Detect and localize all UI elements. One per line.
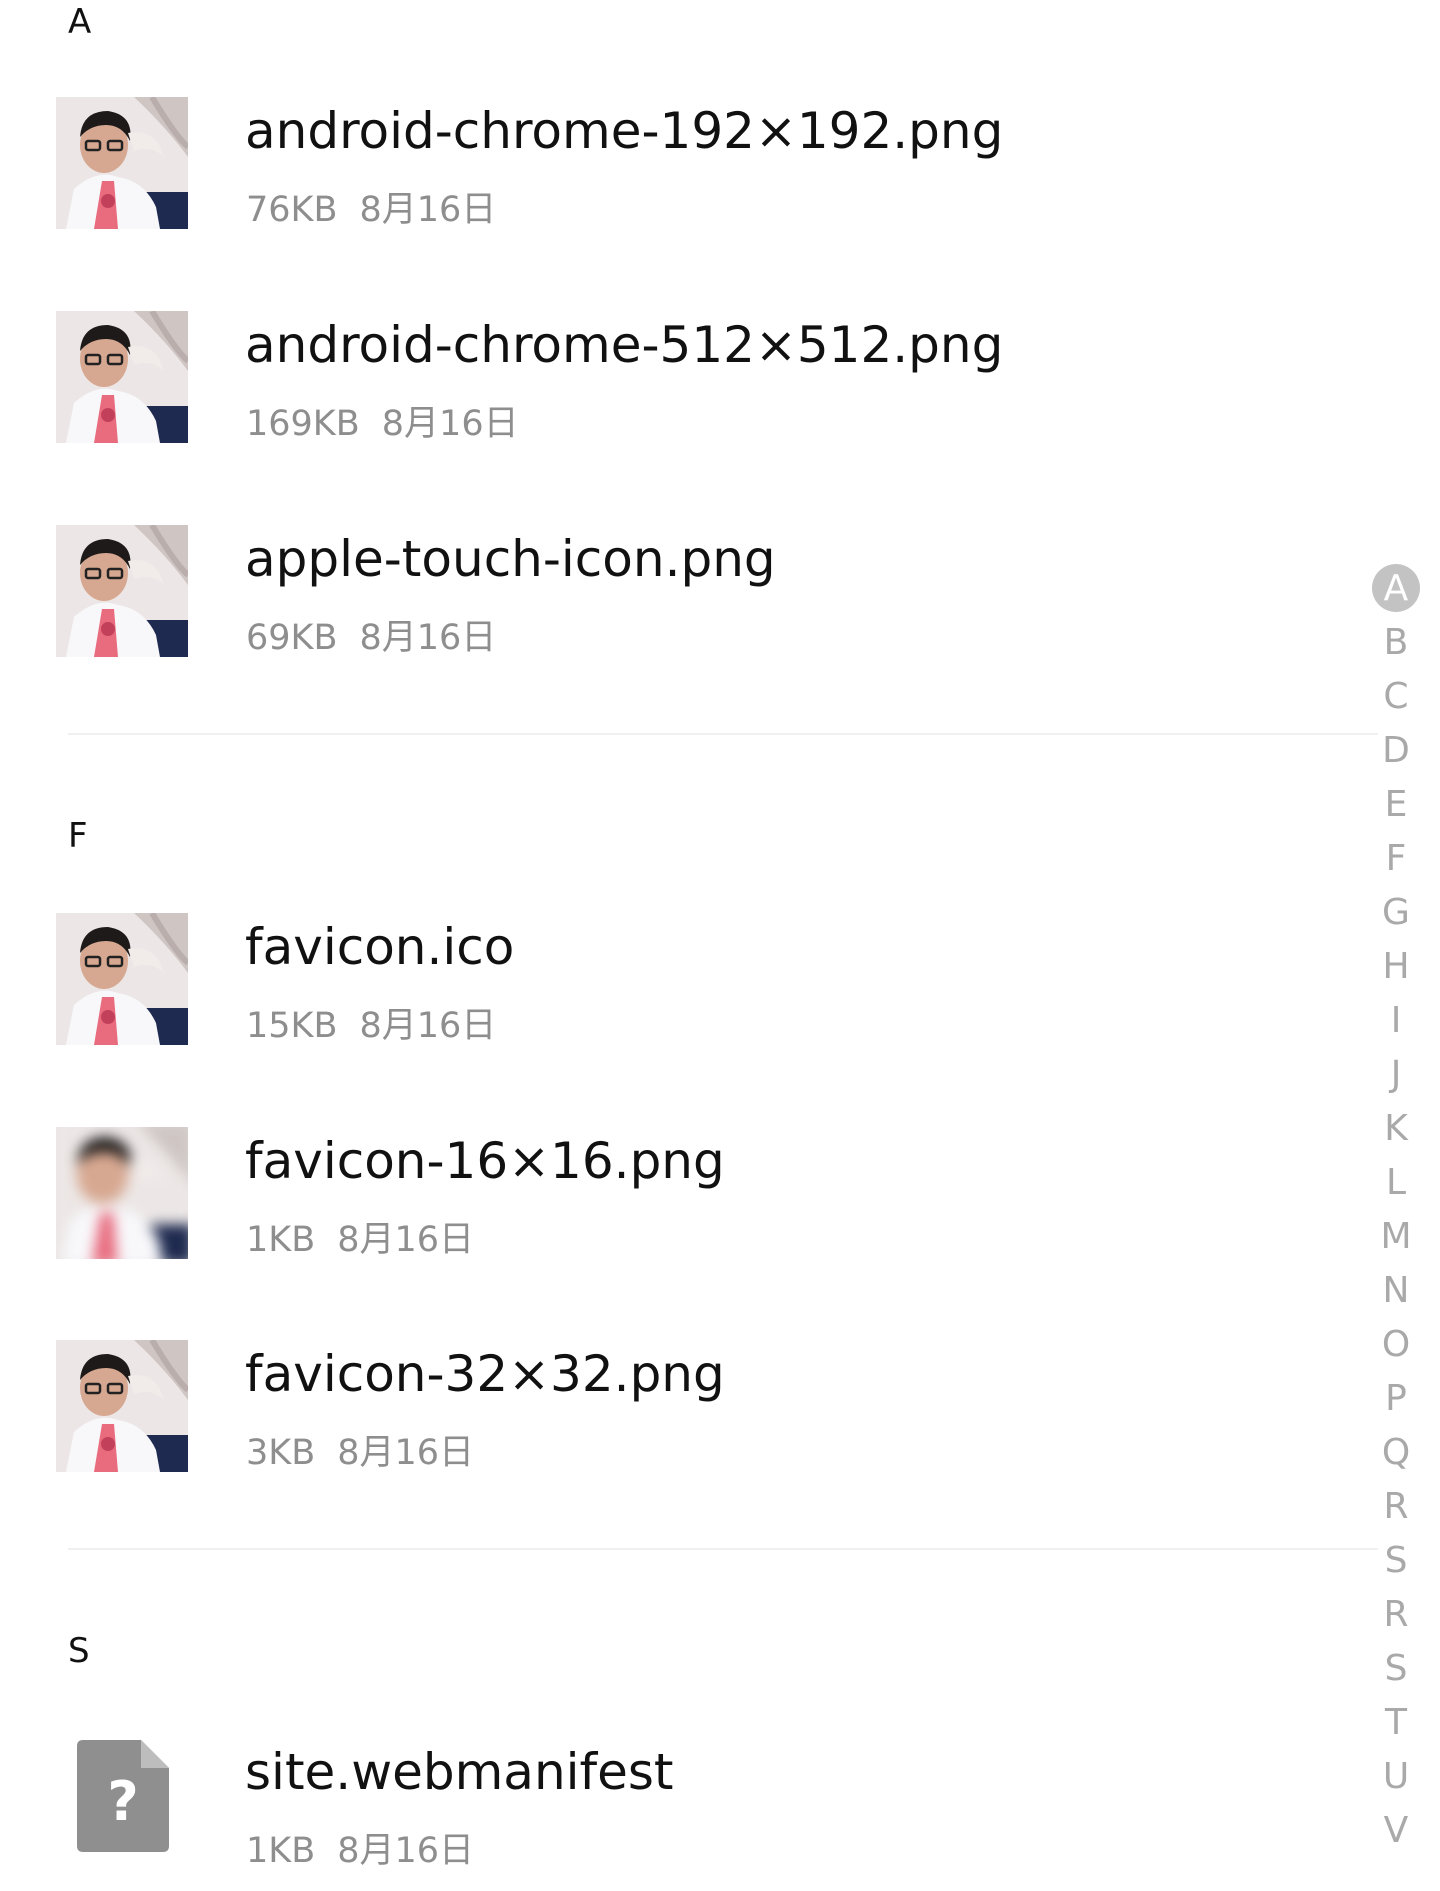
alphabet-index-bar[interactable]: A B C D E F G H I J K L M N O P Q R S R … bbox=[1370, 562, 1422, 1858]
file-row[interactable]: android-chrome-512×512.png 169KB 8月16日 bbox=[0, 311, 1380, 451]
file-size: 1KB bbox=[246, 1220, 316, 1260]
file-date: 8月16日 bbox=[381, 404, 519, 444]
image-thumbnail bbox=[56, 913, 188, 1045]
index-letter-j[interactable]: J bbox=[1370, 1048, 1422, 1102]
index-letter-u[interactable]: U bbox=[1370, 1750, 1422, 1804]
index-letter-d[interactable]: D bbox=[1370, 724, 1422, 778]
image-thumbnail bbox=[56, 97, 188, 229]
portrait-photo-icon bbox=[56, 1340, 188, 1472]
file-size: 1KB bbox=[246, 1831, 316, 1871]
index-letter-g[interactable]: G bbox=[1370, 886, 1422, 940]
file-name: favicon-16×16.png bbox=[245, 1132, 725, 1190]
file-meta: 169KB 8月16日 bbox=[246, 403, 519, 445]
file-row[interactable]: favicon-32×32.png 3KB 8月16日 bbox=[0, 1340, 1380, 1480]
section-header-s: S bbox=[68, 1631, 90, 1671]
index-letter-t[interactable]: T bbox=[1370, 1696, 1422, 1750]
file-row[interactable]: favicon.ico 15KB 8月16日 bbox=[0, 913, 1380, 1053]
file-date: 8月16日 bbox=[337, 1433, 475, 1473]
file-name: site.webmanifest bbox=[245, 1743, 674, 1801]
index-letter-c[interactable]: C bbox=[1370, 670, 1422, 724]
portrait-photo-icon bbox=[56, 97, 188, 229]
file-name: android-chrome-192×192.png bbox=[245, 102, 1004, 160]
index-letter-p[interactable]: P bbox=[1370, 1372, 1422, 1426]
image-thumbnail bbox=[56, 1127, 188, 1259]
section-divider bbox=[68, 733, 1378, 735]
image-thumbnail bbox=[56, 525, 188, 657]
file-name: android-chrome-512×512.png bbox=[245, 316, 1004, 374]
section-divider bbox=[68, 1548, 1378, 1550]
index-letter-i[interactable]: I bbox=[1370, 994, 1422, 1048]
index-letter-h[interactable]: H bbox=[1370, 940, 1422, 994]
index-letter-b[interactable]: B bbox=[1370, 616, 1422, 670]
file-meta: 1KB 8月16日 bbox=[246, 1219, 474, 1261]
index-letter-a[interactable]: A bbox=[1370, 562, 1422, 616]
file-name: favicon.ico bbox=[245, 918, 515, 976]
unknown-file-icon: ? bbox=[77, 1740, 169, 1852]
section-header-f: F bbox=[68, 816, 88, 856]
file-meta: 69KB 8月16日 bbox=[246, 617, 496, 659]
file-date: 8月16日 bbox=[359, 1006, 497, 1046]
portrait-photo-icon bbox=[56, 1127, 188, 1259]
file-row[interactable]: android-chrome-192×192.png 76KB 8月16日 bbox=[0, 97, 1380, 237]
file-row[interactable]: apple-touch-icon.png 69KB 8月16日 bbox=[0, 525, 1380, 665]
index-letter-s[interactable]: S bbox=[1370, 1534, 1422, 1588]
file-size: 76KB bbox=[246, 190, 338, 230]
index-letter-s-2[interactable]: S bbox=[1370, 1642, 1422, 1696]
file-row[interactable]: favicon-16×16.png 1KB 8月16日 bbox=[0, 1127, 1380, 1267]
index-letter-r[interactable]: R bbox=[1370, 1480, 1422, 1534]
index-letter-o[interactable]: O bbox=[1370, 1318, 1422, 1372]
file-date: 8月16日 bbox=[359, 618, 497, 658]
file-meta: 15KB 8月16日 bbox=[246, 1005, 496, 1047]
file-size: 15KB bbox=[246, 1006, 338, 1046]
file-meta: 1KB 8月16日 bbox=[246, 1830, 474, 1872]
index-letter-r-2[interactable]: R bbox=[1370, 1588, 1422, 1642]
file-date: 8月16日 bbox=[337, 1831, 475, 1871]
index-letter-v[interactable]: V bbox=[1370, 1804, 1422, 1858]
index-letter-k[interactable]: K bbox=[1370, 1102, 1422, 1156]
index-letter-l[interactable]: L bbox=[1370, 1156, 1422, 1210]
file-name: apple-touch-icon.png bbox=[245, 530, 776, 588]
portrait-photo-icon bbox=[56, 525, 188, 657]
portrait-photo-icon bbox=[56, 913, 188, 1045]
portrait-photo-icon bbox=[56, 311, 188, 443]
index-letter-m[interactable]: M bbox=[1370, 1210, 1422, 1264]
image-thumbnail bbox=[56, 1340, 188, 1472]
image-thumbnail bbox=[56, 311, 188, 443]
index-letter-n[interactable]: N bbox=[1370, 1264, 1422, 1318]
file-meta: 76KB 8月16日 bbox=[246, 189, 496, 231]
file-date: 8月16日 bbox=[359, 190, 497, 230]
file-name: favicon-32×32.png bbox=[245, 1345, 725, 1403]
file-size: 3KB bbox=[246, 1433, 316, 1473]
file-meta: 3KB 8月16日 bbox=[246, 1432, 474, 1474]
index-letter-e[interactable]: E bbox=[1370, 778, 1422, 832]
section-header-a: A bbox=[68, 2, 92, 42]
index-letter-f[interactable]: F bbox=[1370, 832, 1422, 886]
file-size: 69KB bbox=[246, 618, 338, 658]
file-row[interactable]: ? site.webmanifest 1KB 8月16日 bbox=[0, 1738, 1380, 1878]
file-size: 169KB bbox=[246, 404, 360, 444]
file-date: 8月16日 bbox=[337, 1220, 475, 1260]
svg-text:?: ? bbox=[107, 1770, 138, 1833]
index-letter-q[interactable]: Q bbox=[1370, 1426, 1422, 1480]
